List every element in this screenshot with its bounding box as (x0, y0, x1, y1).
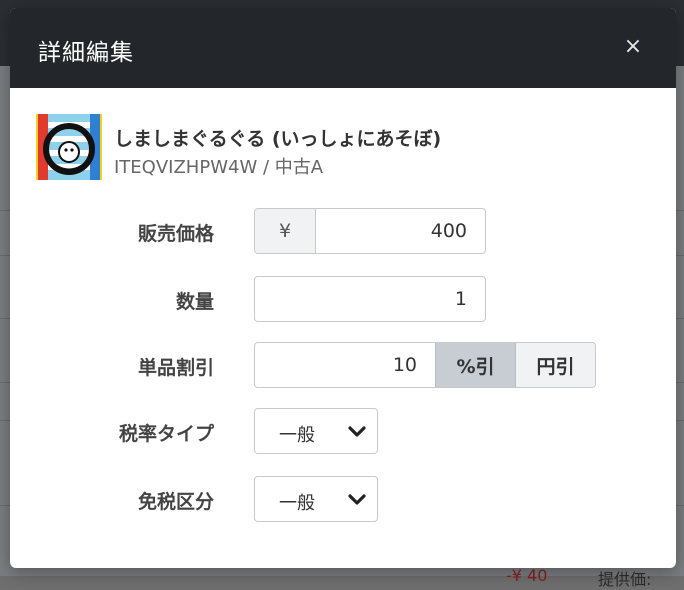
discount-label: 単品割引 (137, 357, 214, 379)
close-icon: × (623, 34, 643, 59)
currency-addon: ¥ (255, 209, 316, 253)
price-field: ¥ 400 (254, 208, 486, 254)
tax-type-value: 一般 (279, 425, 315, 446)
tax-exempt-select[interactable]: 一般 (254, 476, 378, 522)
product-code: ITEQVIZHPW4W / 中古A (114, 157, 324, 178)
detail-edit-modal: 詳細編集 × しましまぐるぐる (いっしょにあそぼ) ITEQVIZHPW4W … (10, 8, 676, 568)
product-name: しましまぐるぐる (いっしょにあそぼ) (114, 128, 442, 150)
discount-field: 10 %引 円引 (254, 342, 596, 388)
chevron-down-icon (348, 494, 366, 505)
price-input[interactable]: 400 (315, 209, 485, 253)
yen-discount-button[interactable]: 円引 (516, 343, 595, 387)
tax-exempt-label: 免税区分 (137, 491, 214, 513)
percent-discount-button[interactable]: %引 (435, 343, 516, 387)
background-price-label: 提供価: (598, 570, 652, 589)
quantity-input[interactable]: 1 (255, 277, 485, 321)
product-thumbnail (36, 114, 102, 180)
quantity-field: 1 (254, 276, 486, 322)
quantity-label: 数量 (175, 291, 214, 313)
price-label: 販売価格 (137, 223, 214, 245)
discount-input[interactable]: 10 (255, 343, 435, 387)
modal-title: 詳細編集 (38, 40, 134, 66)
chevron-down-icon (348, 426, 366, 437)
close-button[interactable]: × (620, 34, 646, 60)
tax-type-select[interactable]: 一般 (254, 408, 378, 454)
tax-exempt-value: 一般 (279, 493, 315, 514)
modal-header: 詳細編集 × (10, 8, 676, 88)
tax-type-label: 税率タイプ (118, 423, 214, 445)
